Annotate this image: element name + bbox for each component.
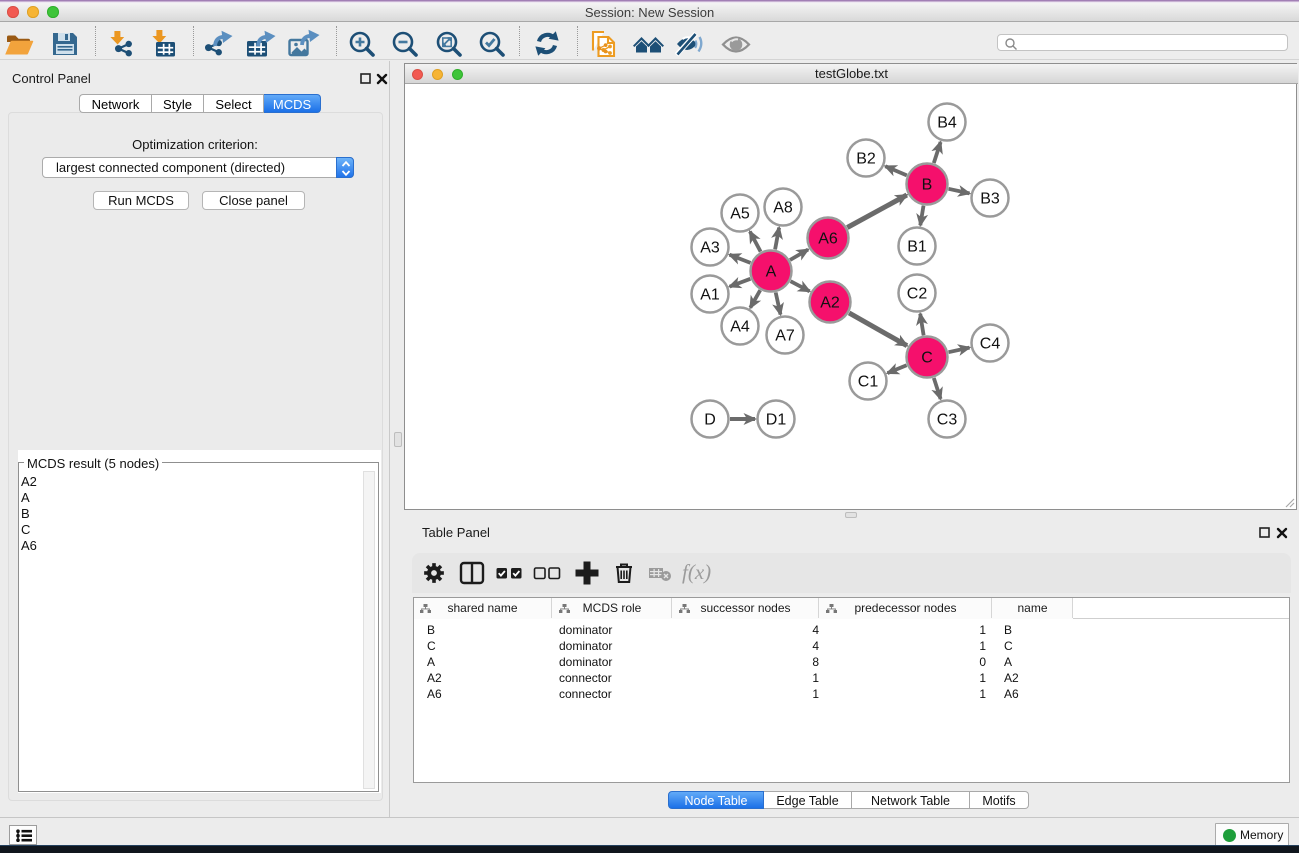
svg-text:C4: C4: [980, 336, 1001, 353]
svg-text:B3: B3: [980, 191, 1000, 208]
svg-text:B: B: [922, 177, 933, 194]
svg-text:A1: A1: [700, 287, 720, 304]
svg-text:B4: B4: [937, 115, 957, 132]
svg-text:A6: A6: [818, 231, 838, 248]
svg-text:A7: A7: [775, 328, 795, 345]
svg-text:D1: D1: [766, 412, 787, 429]
svg-text:C3: C3: [937, 412, 958, 429]
svg-text:C: C: [921, 350, 933, 367]
svg-text:D: D: [704, 412, 716, 429]
svg-text:C1: C1: [858, 374, 879, 391]
svg-text:A3: A3: [700, 240, 720, 257]
svg-text:B2: B2: [856, 151, 876, 168]
svg-text:A5: A5: [730, 206, 750, 223]
svg-text:A2: A2: [820, 295, 840, 312]
svg-text:A8: A8: [773, 200, 793, 217]
svg-text:A: A: [766, 264, 777, 281]
svg-text:A4: A4: [730, 319, 750, 336]
svg-text:C2: C2: [907, 286, 928, 303]
svg-text:B1: B1: [907, 239, 927, 256]
